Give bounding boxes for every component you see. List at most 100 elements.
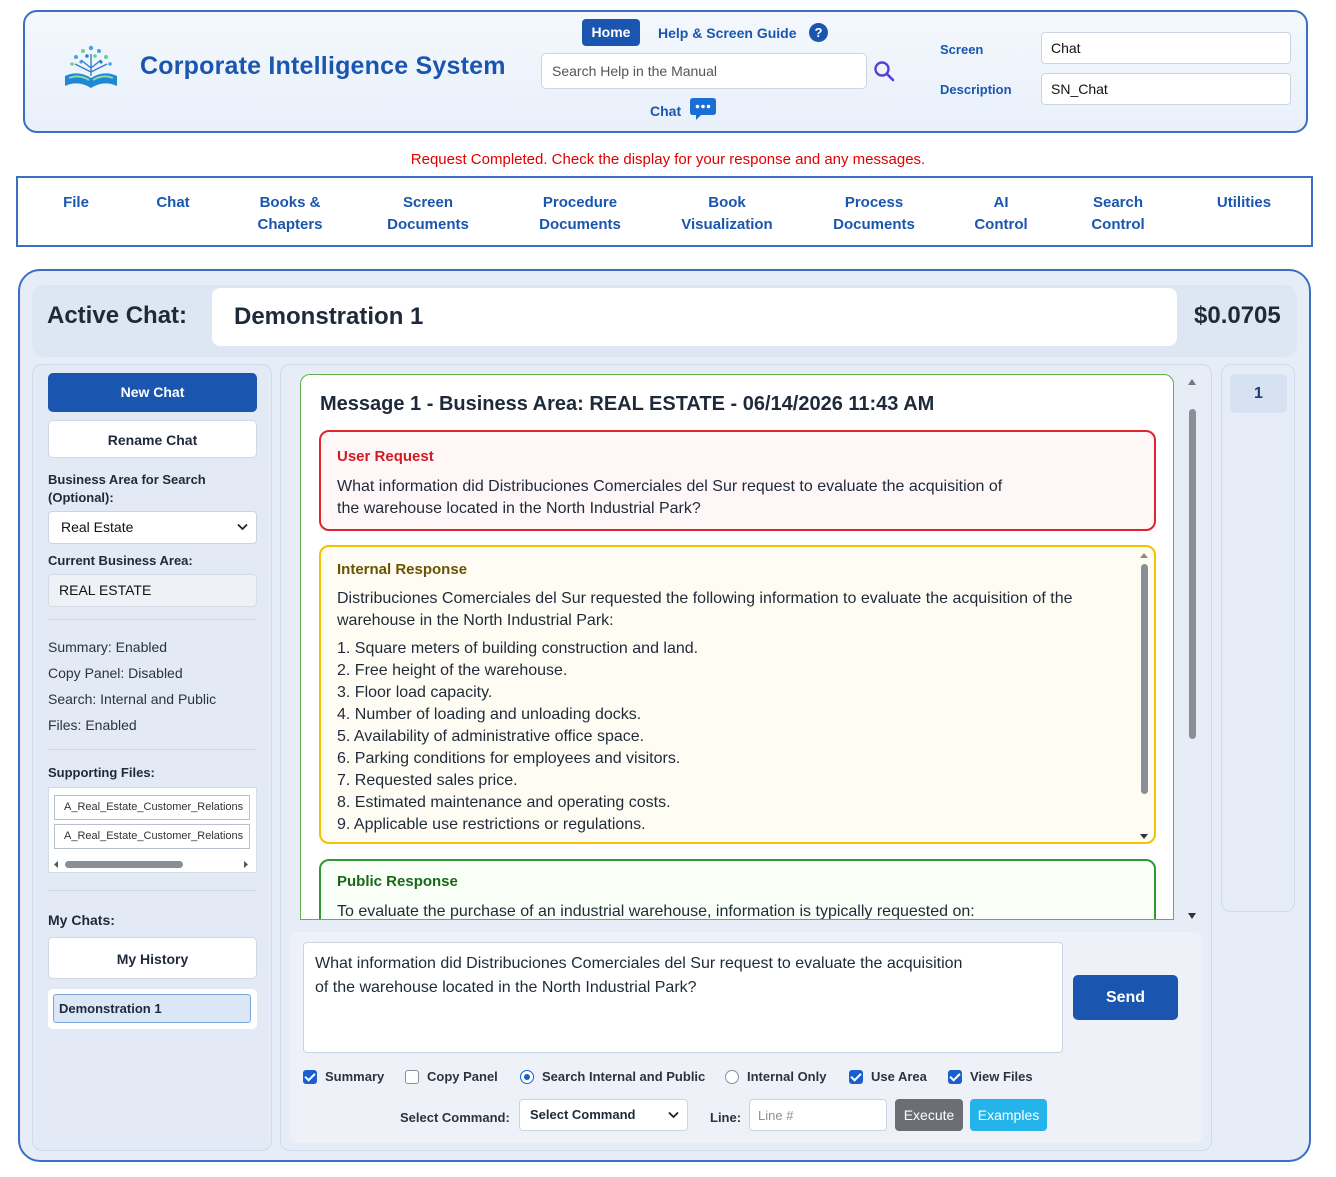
menu-procedure-documents[interactable]: Procedure Documents: [532, 192, 628, 236]
business-area-select[interactable]: Real Estate: [48, 511, 257, 544]
screen-field[interactable]: [1041, 32, 1291, 64]
my-chats-label: My Chats:: [48, 912, 115, 928]
checkbox-checked-icon[interactable]: [948, 1069, 962, 1084]
internal-response-list: 1. Square meters of building constructio…: [337, 638, 698, 836]
send-button[interactable]: Send: [1073, 975, 1178, 1020]
menu-book-visualization[interactable]: Book Visualization: [674, 192, 780, 236]
active-chat-name: Demonstration 1: [234, 303, 424, 330]
list-item: 6. Parking conditions for employees and …: [337, 750, 681, 767]
description-label: Description: [940, 82, 1012, 97]
checkbox-checked-icon[interactable]: [849, 1069, 863, 1084]
chat-sidebar: New Chat Rename Chat Business Area for S…: [32, 364, 272, 1151]
list-item: 1. Square meters of building constructio…: [337, 640, 699, 657]
checkbox-unchecked-icon[interactable]: [405, 1069, 419, 1084]
internal-only-radio[interactable]: Internal Only: [725, 1069, 826, 1084]
execute-button[interactable]: Execute: [895, 1099, 963, 1131]
app-title: Corporate Intelligence System: [140, 52, 506, 80]
menu-file[interactable]: File: [51, 192, 101, 214]
examples-button[interactable]: Examples: [970, 1099, 1047, 1131]
menu-ai-control[interactable]: AI Control: [966, 192, 1036, 236]
rename-chat-button[interactable]: Rename Chat: [48, 420, 257, 458]
menu-process-documents[interactable]: Process Documents: [827, 192, 921, 236]
sidebar-divider: [48, 619, 257, 620]
internal-response-title: Internal Response: [337, 561, 468, 578]
search-icon[interactable]: [873, 60, 895, 82]
status-summary: Summary: Enabled: [48, 639, 168, 655]
user-request-title: User Request: [337, 448, 434, 465]
search-internal-public-radio[interactable]: Search Internal and Public: [520, 1069, 705, 1084]
business-area-selected: Real Estate: [61, 519, 134, 535]
line-label: Line:: [710, 1110, 742, 1125]
main-menu: File Chat Books & Chapters Screen Docume…: [16, 176, 1313, 247]
supporting-files-label: Supporting Files:: [48, 765, 155, 780]
radio-selected-icon[interactable]: [520, 1069, 534, 1084]
files-scroll-thumb[interactable]: [65, 861, 183, 868]
chat-bubble-icon[interactable]: [689, 96, 717, 122]
sidebar-divider: [48, 749, 257, 750]
radio-unselected-icon[interactable]: [725, 1069, 739, 1084]
internal-scroll-thumb[interactable]: [1141, 564, 1148, 794]
app-header: Corporate Intelligence System Home Help …: [23, 10, 1308, 133]
message-scroll-thumb[interactable]: [1189, 409, 1196, 739]
message-display[interactable]: Message 1 - Business Area: REAL ESTATE -…: [300, 374, 1174, 920]
active-chat-name-box: Demonstration 1: [212, 288, 1177, 346]
menu-screen-documents[interactable]: Screen Documents: [382, 192, 474, 236]
my-history-button[interactable]: My History: [48, 937, 257, 979]
summary-label: Summary: [325, 1069, 385, 1084]
input-panel: Send Summary Copy Panel Search Internal …: [290, 932, 1202, 1143]
supporting-files-list: A_Real_Estate_Customer_Relations A_Real_…: [48, 787, 257, 873]
list-item: 7. Requested sales price.: [337, 772, 518, 789]
public-response-text: To evaluate the purchase of an industria…: [337, 903, 975, 920]
use-area-checkbox[interactable]: Use Area: [849, 1069, 927, 1084]
menu-utilities[interactable]: Utilities: [1206, 192, 1282, 214]
supporting-file-item[interactable]: A_Real_Estate_Customer_Relations: [54, 795, 250, 820]
list-item: 9. Applicable use restrictions or regula…: [337, 816, 646, 833]
select-command-value: Select Command: [530, 1107, 636, 1122]
chat-cost: $0.0705: [1194, 302, 1281, 329]
message-input[interactable]: [303, 942, 1063, 1053]
chat-list: Demonstration 1: [48, 989, 257, 1029]
list-item: 8. Estimated maintenance and operating c…: [337, 794, 671, 811]
view-files-checkbox[interactable]: View Files: [948, 1069, 1033, 1084]
public-response-title: Public Response: [337, 873, 458, 890]
message-header: Message 1 - Business Area: REAL ESTATE -…: [320, 393, 935, 415]
home-button[interactable]: Home: [582, 19, 640, 46]
message-index-button[interactable]: 1: [1230, 374, 1287, 413]
sidebar-divider: [48, 890, 257, 891]
status-message: Request Completed. Check the display for…: [410, 151, 926, 168]
use-area-label: Use Area: [871, 1069, 927, 1084]
current-area-value: REAL ESTATE: [48, 574, 257, 607]
menu-books-chapters[interactable]: Books & Chapters: [248, 192, 332, 236]
active-chat-label: Active Chat:: [47, 302, 188, 329]
internal-response-box[interactable]: Internal Response Distribuciones Comerci…: [319, 545, 1156, 844]
help-search-input[interactable]: [541, 53, 867, 89]
list-item: 4. Number of loading and unloading docks…: [337, 706, 642, 723]
chat-link[interactable]: Chat: [650, 103, 681, 119]
user-request-box: User Request What information did Distri…: [319, 430, 1156, 531]
view-files-label: View Files: [970, 1069, 1033, 1084]
chevron-down-icon: [237, 523, 248, 531]
message-index-panel: 1: [1221, 364, 1295, 912]
help-question-icon[interactable]: ?: [809, 23, 828, 42]
logo-tree-book-icon: [65, 45, 117, 88]
supporting-file-item[interactable]: A_Real_Estate_Customer_Relations: [54, 824, 250, 849]
copy-panel-checkbox[interactable]: Copy Panel: [405, 1069, 498, 1084]
summary-checkbox[interactable]: Summary: [303, 1069, 384, 1084]
user-request-text: What information did Distribuciones Come…: [337, 478, 1003, 517]
description-field[interactable]: [1041, 73, 1291, 105]
public-response-box: Public Response To evaluate the purchase…: [319, 859, 1156, 920]
scroll-down-arrow-icon[interactable]: [1187, 912, 1197, 920]
internal-response-intro: Distribuciones Comerciales del Sur reque…: [337, 590, 1073, 629]
active-chat-bar: Active Chat: Demonstration 1 $0.0705: [32, 285, 1297, 357]
menu-chat[interactable]: Chat: [148, 192, 198, 214]
line-number-input[interactable]: [749, 1099, 887, 1131]
menu-search-control[interactable]: Search Control: [1080, 192, 1156, 236]
list-item: 5. Availability of administrative office…: [337, 728, 645, 745]
checkbox-checked-icon[interactable]: [303, 1069, 317, 1084]
help-screen-guide-link[interactable]: Help & Screen Guide: [658, 25, 796, 41]
scroll-up-arrow-icon[interactable]: [1187, 378, 1197, 386]
select-command-dropdown[interactable]: Select Command: [519, 1099, 688, 1131]
status-files: Files: Enabled: [48, 717, 137, 733]
chat-list-item[interactable]: Demonstration 1: [53, 994, 251, 1023]
new-chat-button[interactable]: New Chat: [48, 373, 257, 412]
